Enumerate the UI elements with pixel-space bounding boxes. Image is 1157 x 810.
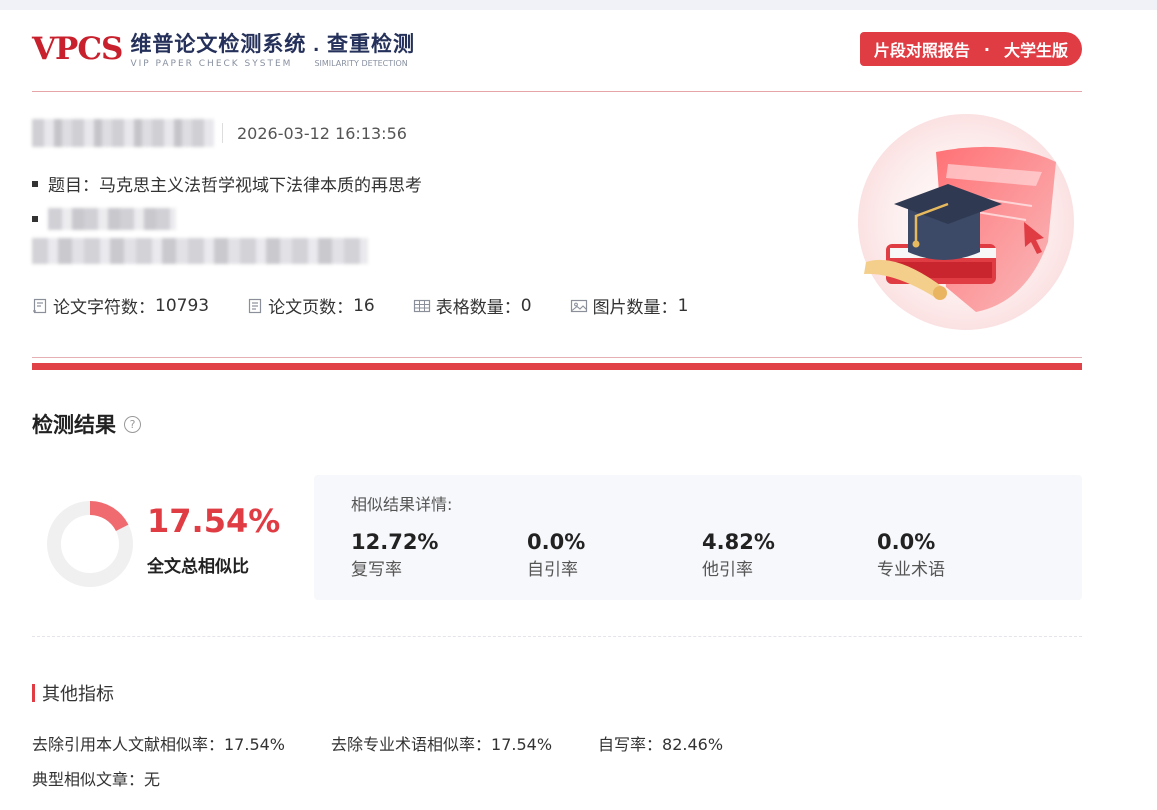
- stat-chars: 论文字符数： 10793: [32, 293, 209, 318]
- stat-chars-value: 10793: [155, 295, 210, 316]
- badge-edition: 大学生版: [1003, 41, 1068, 60]
- indicator-self-write: 自写率：82.46%: [598, 735, 724, 754]
- stat-images-label: 图片数量：: [592, 298, 678, 318]
- stat-tables-label: 表格数量：: [435, 298, 521, 318]
- detail-heading: 相似结果详情:: [351, 495, 453, 514]
- logo-text: 维普论文检测系统 . 查重检测 VIP PAPER CHECK SYSTEM S…: [130, 32, 415, 69]
- redacted-line: [32, 208, 176, 230]
- total-similarity-value: 17.54%: [147, 502, 281, 540]
- logo-title: 维普论文检测系统 . 查重检测: [130, 33, 415, 56]
- results-section-title: 检测结果 ?: [32, 409, 141, 439]
- metric-value: 0.0%: [877, 530, 936, 554]
- similarity-donut: [47, 501, 133, 587]
- other-indicators-row-2: 典型相似文章：无: [32, 766, 206, 790]
- metric-label: 他引率: [702, 560, 753, 580]
- redacted-extra-info: [32, 238, 368, 264]
- logo-mark: VPCS: [32, 31, 123, 67]
- stat-images-value: 1: [677, 295, 689, 316]
- doc-chars-icon: [33, 298, 47, 313]
- other-indicators-title: 其他指标: [32, 680, 114, 706]
- results-title: 检测结果: [32, 413, 116, 437]
- metric-value: 4.82%: [702, 530, 775, 554]
- other-title-text: 其他指标: [42, 684, 114, 705]
- graduation-illustration: [858, 114, 1074, 330]
- bullet: [32, 216, 38, 222]
- metric-label: 自引率: [527, 560, 578, 580]
- logo: VPCS 维普论文检测系统 . 查重检测 VIP PAPER CHECK SYS…: [32, 32, 415, 69]
- similarity-detail-box: 相似结果详情: 12.72% 复写率 0.0% 自引率 4.82% 他引率 0.…: [314, 475, 1082, 600]
- logo-subtitle-en: VIP PAPER CHECK SYSTEM: [130, 59, 293, 69]
- doc-pages-icon: [248, 298, 262, 313]
- total-similarity-label: 全文总相似比: [147, 557, 249, 577]
- metric-value: 0.0%: [527, 530, 586, 554]
- redacted-author-info: [48, 208, 176, 230]
- title-accent-bar: [32, 684, 35, 702]
- table-icon: [413, 299, 430, 312]
- stat-tables: 表格数量： 0: [413, 293, 532, 318]
- redacted-user-info: [32, 119, 214, 147]
- metric-rewrite: 12.72% 复写率: [351, 530, 438, 580]
- stat-pages-value: 16: [353, 295, 375, 316]
- divider-thin: [32, 357, 1082, 358]
- indicator-exclude-terms: 去除专业术语相似率：17.54%: [331, 735, 553, 754]
- paper-title-line: 题目： 马克思主义法哲学视域下法律本质的再思考: [32, 171, 422, 196]
- metric-label: 专业术语: [877, 560, 945, 580]
- report-datetime: 2026-03-12 16:13:56: [237, 123, 407, 143]
- logo-subtitle: VIP PAPER CHECK SYSTEM SIMILARITY DETECT…: [130, 59, 415, 69]
- stat-tables-value: 0: [520, 295, 532, 316]
- user-row: 2026-03-12 16:13:56: [32, 118, 407, 148]
- paper-title-value: 马克思主义法哲学视域下法律本质的再思考: [99, 176, 422, 196]
- badge-report-type: 片段对照报告: [873, 41, 970, 60]
- divider-thick: [32, 363, 1082, 370]
- report-header: VPCS 维普论文检测系统 . 查重检测 VIP PAPER CHECK SYS…: [32, 28, 1082, 92]
- top-strip: [0, 0, 1157, 10]
- paper-stats: 论文字符数： 10793 论文页数： 16 表格数量： 0 图片数量： 1: [32, 293, 726, 318]
- image-icon: [570, 299, 587, 312]
- stat-chars-label: 论文字符数：: [53, 298, 155, 318]
- stat-pages-label: 论文页数：: [268, 298, 354, 318]
- other-indicators-row: 去除引用本人文献相似率：17.54% 去除专业术语相似率：17.54% 自写率：…: [32, 731, 769, 755]
- stat-images: 图片数量： 1: [570, 293, 689, 318]
- help-icon[interactable]: ?: [124, 415, 141, 433]
- metric-label: 复写率: [351, 560, 402, 580]
- dashed-divider: [32, 636, 1082, 637]
- indicator-exclude-self-cite: 去除引用本人文献相似率：17.54%: [32, 735, 286, 754]
- bullet: [32, 180, 38, 187]
- metric-terms: 0.0% 专业术语: [877, 530, 945, 580]
- metric-self-cite: 0.0% 自引率: [527, 530, 585, 580]
- paper-title-label: 题目：: [48, 176, 99, 196]
- stat-pages: 论文页数： 16: [247, 293, 375, 318]
- badge-dot: ·: [983, 39, 990, 59]
- metric-other-cite: 4.82% 他引率: [702, 530, 775, 580]
- logo-subtitle-sub: SIMILARITY DETECTION: [314, 59, 408, 68]
- report-type-badge: 片段对照报告 · 大学生版: [859, 32, 1082, 66]
- indicator-typical-articles: 典型相似文章：无: [32, 770, 161, 789]
- metric-value: 12.72%: [351, 530, 439, 554]
- separator: [222, 123, 223, 143]
